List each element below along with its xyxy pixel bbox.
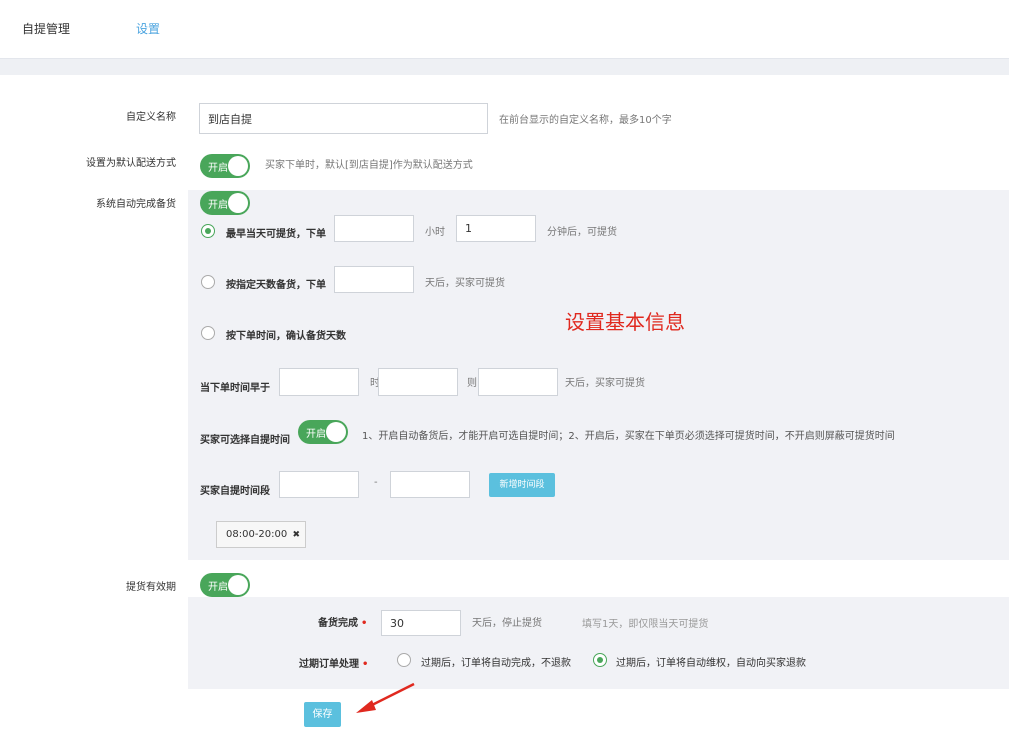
pickup-time-range-label: 买家自提时间段 <box>200 486 270 497</box>
default-delivery-label: 设置为默认配送方式 <box>86 158 176 169</box>
toggle-label: 开启 <box>306 429 326 440</box>
toggle-label: 开启 <box>208 163 228 174</box>
buyer-select-time-hint: 1、开启自动备货后，才能开启可选自提时间；2、开启后，买家在下单页必须选择可提货… <box>362 431 895 442</box>
toggle-knob <box>228 156 248 176</box>
order-minute-unit: 则 <box>467 378 477 389</box>
annotation-text: 设置基本信息 <box>565 310 685 334</box>
pickup-validity-toggle[interactable]: 开启 <box>200 573 250 597</box>
stock-done-label: 备货完成 • <box>318 618 368 629</box>
minutes-suffix: 分钟后，可提货 <box>547 227 617 238</box>
time-range-separator: - <box>374 477 378 488</box>
stock-option-days-label: 按指定天数备货，下单 <box>226 280 326 291</box>
expired-complete-label: 过期后，订单将自动完成，不退款 <box>421 658 571 669</box>
toggle-label: 开启 <box>208 200 228 211</box>
custom-name-hint: 在前台显示的自定义名称，最多10个字 <box>499 115 672 126</box>
order-days-suffix: 天后，买家可提货 <box>565 378 645 389</box>
tab-bar: 自提管理 设置 <box>0 0 1009 58</box>
add-time-range-button[interactable]: 新增时间段 <box>489 473 555 497</box>
stock-option-same-day-radio[interactable] <box>201 224 215 238</box>
stock-done-days-input[interactable] <box>381 610 461 636</box>
tab-settings[interactable]: 设置 <box>136 20 160 37</box>
save-button[interactable]: 保存 <box>304 702 341 727</box>
default-delivery-hint: 买家下单时，默认[到店自提]作为默认配送方式 <box>265 160 473 171</box>
expired-complete-radio[interactable] <box>397 653 411 667</box>
buyer-select-time-label: 买家可选择自提时间 <box>200 435 290 446</box>
time-range-end-input[interactable] <box>390 471 470 498</box>
order-days-input[interactable] <box>478 368 558 396</box>
expired-orders-label: 过期订单处理 • <box>299 659 369 670</box>
auto-stock-label: 系统自动完成备货 <box>96 199 176 210</box>
minutes-input[interactable] <box>456 215 536 242</box>
expired-refund-label: 过期后，订单将自动维权，自动向买家退款 <box>616 658 806 669</box>
hours-unit: 小时 <box>425 227 445 238</box>
stock-option-same-day-label: 最早当天可提货，下单 <box>226 229 326 240</box>
time-range-start-input[interactable] <box>279 471 359 498</box>
toggle-label: 开启 <box>208 582 228 593</box>
expired-refund-radio[interactable] <box>593 653 607 667</box>
order-time-label: 当下单时间早于 <box>200 383 270 394</box>
buyer-select-time-toggle[interactable]: 开启 <box>298 420 348 444</box>
toggle-knob <box>228 575 248 595</box>
default-delivery-toggle[interactable]: 开启 <box>200 154 250 178</box>
annotation-arrow-icon <box>356 682 415 713</box>
required-mark: • <box>361 618 368 629</box>
pickup-validity-label: 提货有效期 <box>126 582 176 593</box>
time-range-tag: 08:00-20:00 ✖ <box>216 521 306 548</box>
toggle-knob <box>326 422 346 442</box>
hours-input[interactable] <box>334 215 414 242</box>
stock-option-order-time-radio[interactable] <box>201 326 215 340</box>
custom-name-label: 自定义名称 <box>126 112 176 123</box>
close-icon[interactable]: ✖ <box>292 530 300 540</box>
stock-days-input[interactable] <box>334 266 414 293</box>
auto-stock-toggle[interactable]: 开启 <box>200 191 250 215</box>
order-minute-input[interactable] <box>378 368 458 396</box>
stock-done-hint: 填写1天，即仅限当天可提货 <box>582 619 709 630</box>
header-divider <box>0 58 1009 75</box>
stock-option-order-time-label: 按下单时间，确认备货天数 <box>226 331 346 342</box>
custom-name-input[interactable] <box>199 103 488 134</box>
stock-option-days-radio[interactable] <box>201 275 215 289</box>
order-hour-input[interactable] <box>279 368 359 396</box>
time-range-tag-text: 08:00-20:00 <box>226 529 288 540</box>
stock-done-suffix: 天后，停止提货 <box>472 618 542 629</box>
validity-panel <box>188 597 1009 689</box>
tab-pickup-management[interactable]: 自提管理 <box>22 20 70 37</box>
required-mark: • <box>362 659 369 670</box>
stock-days-suffix: 天后，买家可提货 <box>425 278 505 289</box>
toggle-knob <box>228 193 248 213</box>
